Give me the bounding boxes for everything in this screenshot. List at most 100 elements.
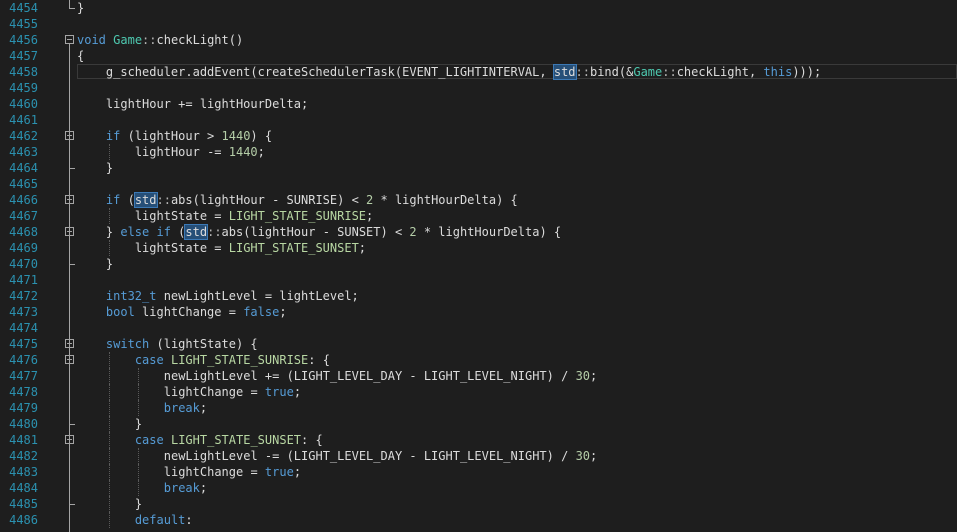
code-line[interactable]: 4482 newLightLevel -= (LIGHT_LEVEL_DAY - … — [0, 448, 957, 464]
code-token: } — [105, 225, 121, 239]
code-line[interactable]: 4455 — [0, 16, 957, 32]
code-token: :: — [575, 65, 590, 79]
code-token: break — [163, 401, 200, 415]
indent-guide — [137, 464, 139, 480]
code-token: ; — [257, 145, 265, 159]
line-number: 4486 — [9, 513, 38, 527]
code-token: lightChange = — [163, 465, 265, 479]
line-number: 4471 — [9, 273, 38, 287]
line-number: 4457 — [9, 49, 38, 63]
code-token: int32_t — [105, 289, 157, 303]
code-token: ; — [293, 465, 302, 479]
code-line[interactable]: 4462 if (lightHour > 1440) { — [0, 128, 957, 144]
code-token: lightHour -= — [134, 145, 229, 159]
indent-guide — [137, 400, 139, 416]
code-text: void Game::checkLight() — [77, 32, 243, 48]
line-number: 4463 — [9, 145, 38, 159]
code-text: } — [106, 256, 113, 272]
code-text: int32_t newLightLevel = lightLevel; — [106, 288, 359, 304]
code-text: } — [106, 160, 113, 176]
code-line[interactable]: 4460 lightHour += lightHourDelta; — [0, 96, 957, 112]
code-text: lightChange = true; — [164, 464, 301, 480]
code-token: true — [264, 465, 294, 479]
code-line[interactable]: 4476 case LIGHT_STATE_SUNRISE: { — [0, 352, 957, 368]
code-line[interactable]: 4484 break; — [0, 480, 957, 496]
code-line[interactable]: 4470} — [0, 256, 957, 272]
code-line[interactable]: 4464} — [0, 160, 957, 176]
code-token: abs(lightHour - SUNRISE) < — [170, 193, 367, 207]
code-line[interactable]: 4481 case LIGHT_STATE_SUNSET: { — [0, 432, 957, 448]
code-line[interactable]: 4474 — [0, 320, 957, 336]
code-line[interactable]: 4471 — [0, 272, 957, 288]
code-text: } — [77, 0, 84, 16]
code-token: 2 — [409, 225, 417, 239]
code-text: if (lightHour > 1440) { — [106, 128, 272, 144]
indent-guide — [108, 368, 110, 384]
code-line[interactable]: 4457 { — [0, 48, 957, 64]
line-number: 4480 — [9, 417, 38, 431]
line-number: 4481 — [9, 433, 38, 447]
code-token: : { — [308, 353, 330, 367]
code-line[interactable]: 4486 default: — [0, 512, 957, 528]
code-line[interactable]: 4463 lightHour -= 1440; — [0, 144, 957, 160]
code-line[interactable]: 4466 if (std::abs(lightHour - SUNRISE) < … — [0, 192, 957, 208]
code-token: } — [134, 497, 143, 511]
line-number: 4474 — [9, 321, 38, 335]
code-token: ( — [170, 225, 186, 239]
code-line[interactable]: 4473 bool lightChange = false; — [0, 304, 957, 320]
collapse-icon[interactable] — [65, 35, 74, 44]
code-text: lightHour += lightHourDelta; — [106, 96, 308, 112]
code-line[interactable]: 4472 int32_t newLightLevel = lightLevel; — [0, 288, 957, 304]
code-token: } — [105, 161, 114, 175]
code-line[interactable]: 4478 lightChange = true; — [0, 384, 957, 400]
code-editor[interactable]: 4454} 4455 4456 void Game::checkLight() 4457… — [0, 0, 957, 532]
code-text: lightState = LIGHT_STATE_SUNSET; — [135, 240, 366, 256]
outline-end-marker — [69, 168, 75, 169]
code-token: * lightHourDelta) { — [416, 225, 562, 239]
indent-guide — [108, 352, 110, 368]
code-token: g_scheduler.addEvent(createSchedulerTask… — [105, 65, 554, 79]
code-line[interactable]: 4468} else if (std::abs(lightHour - SUNS… — [0, 224, 957, 240]
code-line[interactable]: 4454} — [0, 0, 957, 16]
code-text: lightHour -= 1440; — [135, 144, 265, 160]
code-text: break; — [164, 400, 207, 416]
indent-guide — [108, 240, 110, 256]
code-token: if — [105, 129, 121, 143]
code-line[interactable]: 4477 newLightLevel += (LIGHT_LEVEL_DAY - … — [0, 368, 957, 384]
code-line[interactable]: 4459 — [0, 80, 957, 96]
code-token: { — [77, 49, 85, 63]
code-token: ; — [279, 305, 287, 319]
code-line[interactable]: 4479 break; — [0, 400, 957, 416]
code-token: ; — [199, 401, 208, 415]
code-line-current[interactable]: 4458 g_scheduler.addEvent(createScheduler… — [0, 64, 957, 80]
code-token: 30 — [575, 369, 591, 383]
code-text: switch (lightState) { — [106, 336, 258, 352]
code-line[interactable]: 4475 switch (lightState) { — [0, 336, 957, 352]
line-number: 4473 — [9, 305, 38, 319]
code-line[interactable]: 4480} — [0, 416, 957, 432]
code-line[interactable]: 4485} — [0, 496, 957, 512]
code-line[interactable]: 4461 — [0, 112, 957, 128]
line-number: 4476 — [9, 353, 38, 367]
line-number: 4467 — [9, 209, 38, 223]
code-line[interactable]: 4467 lightState = LIGHT_STATE_SUNRISE; — [0, 208, 957, 224]
code-line[interactable]: 4465 — [0, 176, 957, 192]
code-token: LIGHT_STATE_SUNRISE — [170, 353, 309, 367]
code-token: ))); — [792, 65, 822, 79]
code-line[interactable]: 4483 lightChange = true; — [0, 464, 957, 480]
code-token: lightHour += lightHourDelta; — [105, 97, 309, 111]
code-token: case — [134, 353, 164, 367]
code-token: newLightLevel = lightLevel; — [156, 289, 359, 303]
code-token: abs(lightHour - SUNSET) < — [221, 225, 410, 239]
code-text: case LIGHT_STATE_SUNRISE: { — [135, 352, 330, 368]
code-text: } — [135, 496, 142, 512]
code-text: g_scheduler.addEvent(createSchedulerTask… — [106, 64, 821, 80]
code-line[interactable]: 4469 lightState = LIGHT_STATE_SUNSET; — [0, 240, 957, 256]
code-token: ; — [293, 385, 302, 399]
code-token: } — [134, 417, 143, 431]
code-line[interactable]: 4456 void Game::checkLight() — [0, 32, 957, 48]
code-token: true — [264, 385, 294, 399]
code-token: (lightState) { — [149, 337, 258, 351]
code-text: if (std::abs(lightHour - SUNRISE) < 2 * … — [106, 192, 518, 208]
